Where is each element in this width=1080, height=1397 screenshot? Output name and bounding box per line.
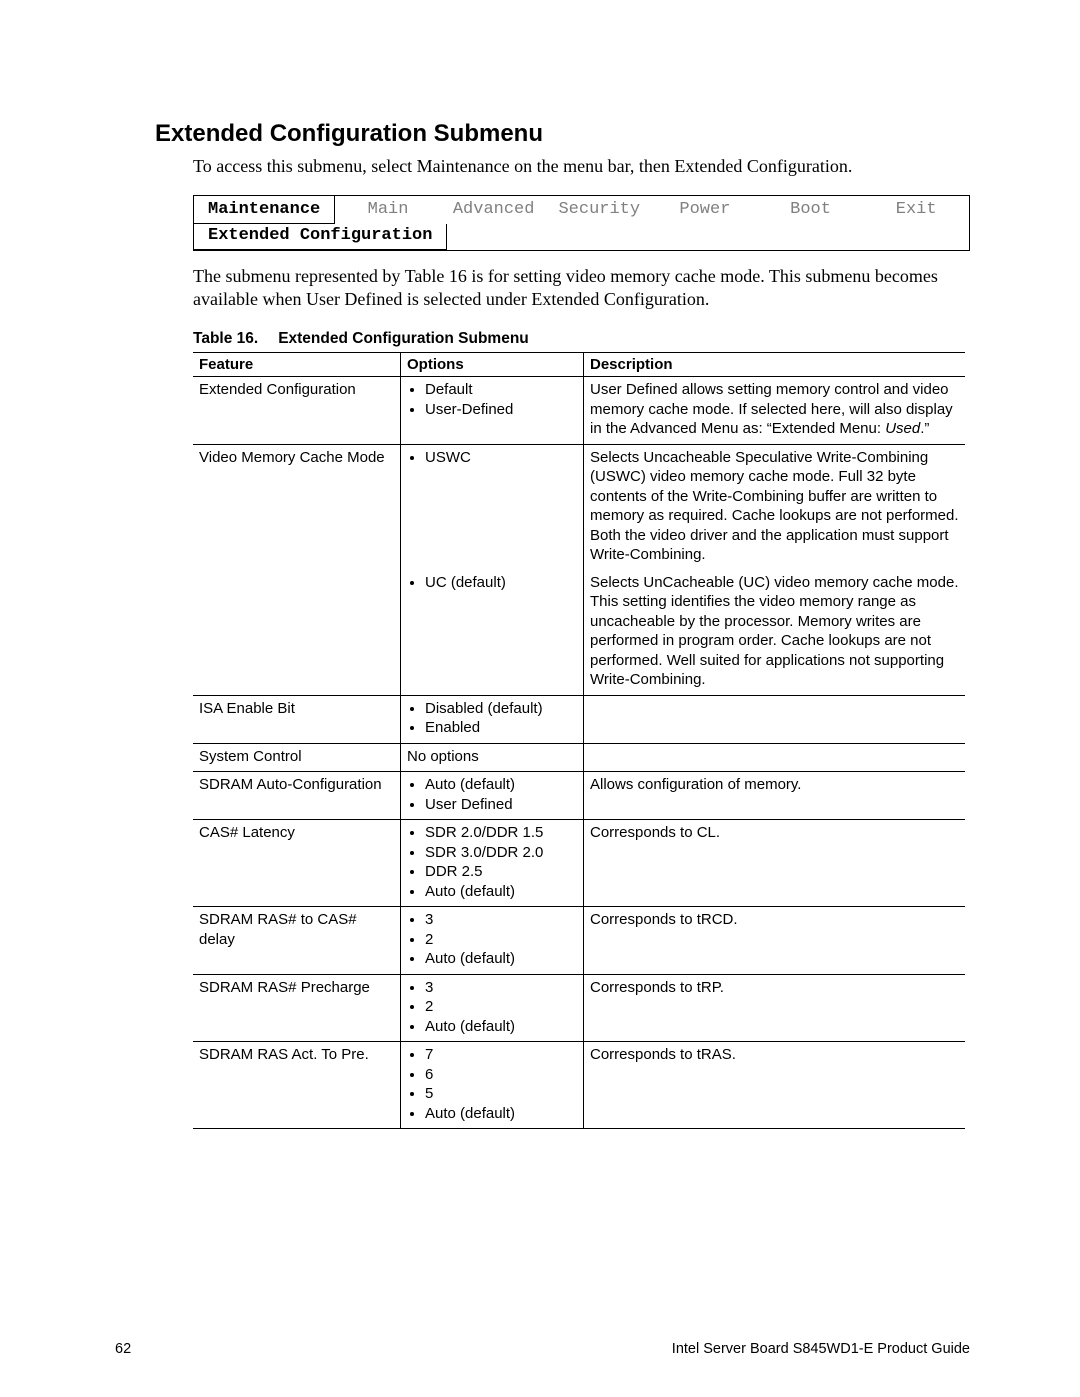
option-item: Auto (default)	[425, 1017, 577, 1037]
cell-feature: ISA Enable Bit	[193, 695, 401, 743]
th-description: Description	[584, 353, 966, 377]
cell-description: Corresponds to tRP.	[584, 974, 966, 1042]
cell-feature: SDRAM Auto-Configuration	[193, 772, 401, 820]
option-item: Auto (default)	[425, 1104, 577, 1124]
option-item: 7	[425, 1045, 577, 1065]
menubar-tab-power: Power	[652, 196, 758, 224]
option-item: 3	[425, 978, 577, 998]
option-item: SDR 3.0/DDR 2.0	[425, 843, 577, 863]
cell-options: DefaultUser-Defined	[401, 377, 584, 445]
menubar-submenu: Extended Configuration	[194, 224, 447, 250]
menubar-tab-maintenance: Maintenance	[194, 196, 335, 224]
cell-feature	[193, 570, 401, 696]
cell-description: Allows configuration of memory.	[584, 772, 966, 820]
table-caption: Table 16. Extended Configuration Submenu	[193, 330, 970, 348]
menubar-tab-advanced: Advanced	[441, 196, 547, 224]
cell-options: Auto (default)User Defined	[401, 772, 584, 820]
option-item: 5	[425, 1084, 577, 1104]
page-footer: 62 Intel Server Board S845WD1-E Product …	[115, 1341, 970, 1357]
option-item: User Defined	[425, 795, 577, 815]
config-table: Feature Options Description Extended Con…	[193, 352, 965, 1129]
cell-options: SDR 2.0/DDR 1.5SDR 3.0/DDR 2.0DDR 2.5Aut…	[401, 820, 584, 907]
option-item: DDR 2.5	[425, 862, 577, 882]
bios-menubar: Maintenance Main Advanced Security Power…	[193, 195, 970, 251]
cell-feature: SDRAM RAS Act. To Pre.	[193, 1042, 401, 1129]
intro-text: To access this submenu, select Maintenan…	[193, 156, 970, 177]
option-item: Default	[425, 380, 577, 400]
cell-feature: SDRAM RAS# Precharge	[193, 974, 401, 1042]
cell-options: Disabled (default)Enabled	[401, 695, 584, 743]
menubar-tab-boot: Boot	[758, 196, 864, 224]
th-feature: Feature	[193, 353, 401, 377]
cell-description: Corresponds to CL.	[584, 820, 966, 907]
option-item: SDR 2.0/DDR 1.5	[425, 823, 577, 843]
table-number: Table 16.	[193, 330, 258, 347]
option-item: 2	[425, 930, 577, 950]
cell-options: USWC	[401, 444, 584, 570]
cell-feature: SDRAM RAS# to CAS# delay	[193, 907, 401, 975]
page-number: 62	[115, 1341, 131, 1357]
cell-description	[584, 695, 966, 743]
table-title: Extended Configuration Submenu	[278, 330, 529, 347]
option-item: Auto (default)	[425, 775, 577, 795]
cell-feature: System Control	[193, 743, 401, 772]
footer-title: Intel Server Board S845WD1-E Product Gui…	[672, 1341, 970, 1357]
option-item: 2	[425, 997, 577, 1017]
cell-feature: Video Memory Cache Mode	[193, 444, 401, 570]
option-item: USWC	[425, 448, 577, 468]
option-item: Auto (default)	[425, 882, 577, 902]
th-options: Options	[401, 353, 584, 377]
menubar-tab-exit: Exit	[863, 196, 969, 224]
cell-feature: Extended Configuration	[193, 377, 401, 445]
cell-description: Selects UnCacheable (UC) video memory ca…	[584, 570, 966, 696]
option-item: 3	[425, 910, 577, 930]
option-item: Enabled	[425, 718, 577, 738]
cell-description: User Defined allows setting memory contr…	[584, 377, 966, 445]
option-item: User-Defined	[425, 400, 577, 420]
cell-options: 32Auto (default)	[401, 974, 584, 1042]
option-item: 6	[425, 1065, 577, 1085]
option-item: Disabled (default)	[425, 699, 577, 719]
cell-options: 765Auto (default)	[401, 1042, 584, 1129]
cell-description: Corresponds to tRAS.	[584, 1042, 966, 1129]
cell-description: Corresponds to tRCD.	[584, 907, 966, 975]
option-item: Auto (default)	[425, 949, 577, 969]
body-paragraph: The submenu represented by Table 16 is f…	[193, 265, 970, 310]
menubar-tab-main: Main	[335, 196, 441, 224]
cell-options: No options	[401, 743, 584, 772]
option-item: UC (default)	[425, 573, 577, 593]
cell-options: UC (default)	[401, 570, 584, 696]
cell-feature: CAS# Latency	[193, 820, 401, 907]
cell-description	[584, 743, 966, 772]
cell-description: Selects Uncacheable Speculative Write-Co…	[584, 444, 966, 570]
section-heading: Extended Configuration Submenu	[155, 120, 970, 148]
menubar-tab-security: Security	[546, 196, 652, 224]
cell-options: 32Auto (default)	[401, 907, 584, 975]
